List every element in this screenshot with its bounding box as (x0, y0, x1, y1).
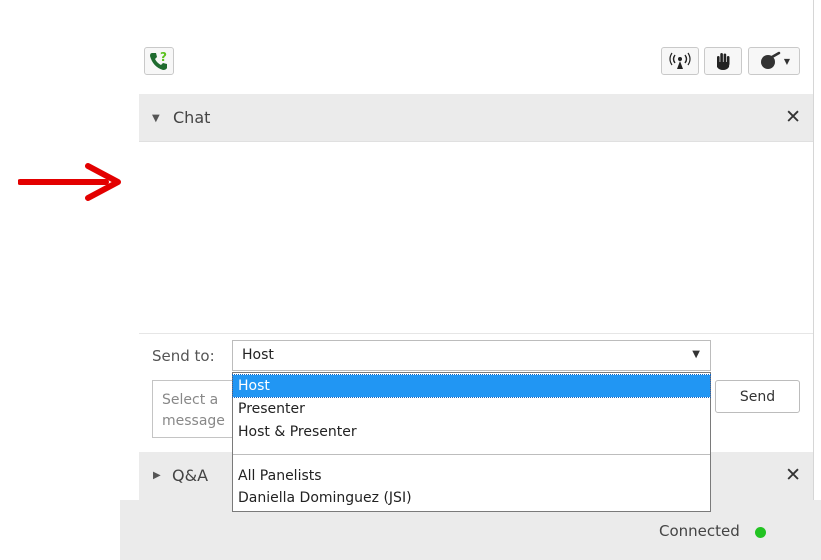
connected-indicator-icon (755, 527, 766, 538)
emoticon-icon (760, 51, 781, 69)
caret-down-icon: ▼ (692, 349, 700, 360)
send-to-select[interactable]: Host ▼ (232, 340, 711, 371)
phone-help-icon: ? (150, 50, 167, 70)
send-to-label: Send to: (152, 347, 215, 365)
chat-title: Chat (173, 108, 211, 127)
chat-divider (139, 333, 813, 334)
dropdown-option-host-and-presenter[interactable]: Host & Presenter (233, 421, 710, 443)
dropdown-separator (233, 454, 710, 455)
chat-section-header[interactable]: ▼ Chat ✕ (139, 94, 813, 142)
chevron-down-icon: ▼ (783, 56, 791, 66)
collapse-triangle-icon: ▼ (152, 113, 160, 124)
raise-hand-button[interactable] (704, 47, 742, 75)
chat-close-icon[interactable]: ✕ (785, 108, 801, 127)
expand-triangle-icon: ▶ (153, 470, 161, 481)
panel-right-border (813, 0, 814, 500)
dropdown-option-host[interactable]: Host (232, 374, 711, 398)
broadcast-icon (669, 52, 691, 69)
connection-status: Connected (659, 522, 740, 540)
send-button[interactable]: Send (715, 380, 800, 413)
dropdown-option-daniella-dominguez[interactable]: Daniella Dominguez (JSI) (233, 487, 710, 509)
qa-close-icon[interactable]: ✕ (785, 466, 801, 485)
red-arrow-icon (18, 163, 121, 201)
raise-hand-icon (717, 53, 730, 70)
phone-help-button[interactable]: ? (144, 47, 174, 75)
broadcast-button[interactable] (661, 47, 699, 75)
svg-text:?: ? (160, 50, 167, 64)
emoticon-dropdown-button[interactable]: ▼ (748, 47, 800, 75)
dropdown-option-presenter[interactable]: Presenter (233, 398, 710, 420)
send-to-selected-value: Host (242, 347, 274, 363)
send-to-dropdown-list: Host Presenter Host & Presenter All Pane… (232, 372, 711, 512)
qa-title: Q&A (172, 466, 209, 485)
chat-messages-area (139, 143, 813, 333)
dropdown-option-all-panelists[interactable]: All Panelists (233, 465, 710, 487)
